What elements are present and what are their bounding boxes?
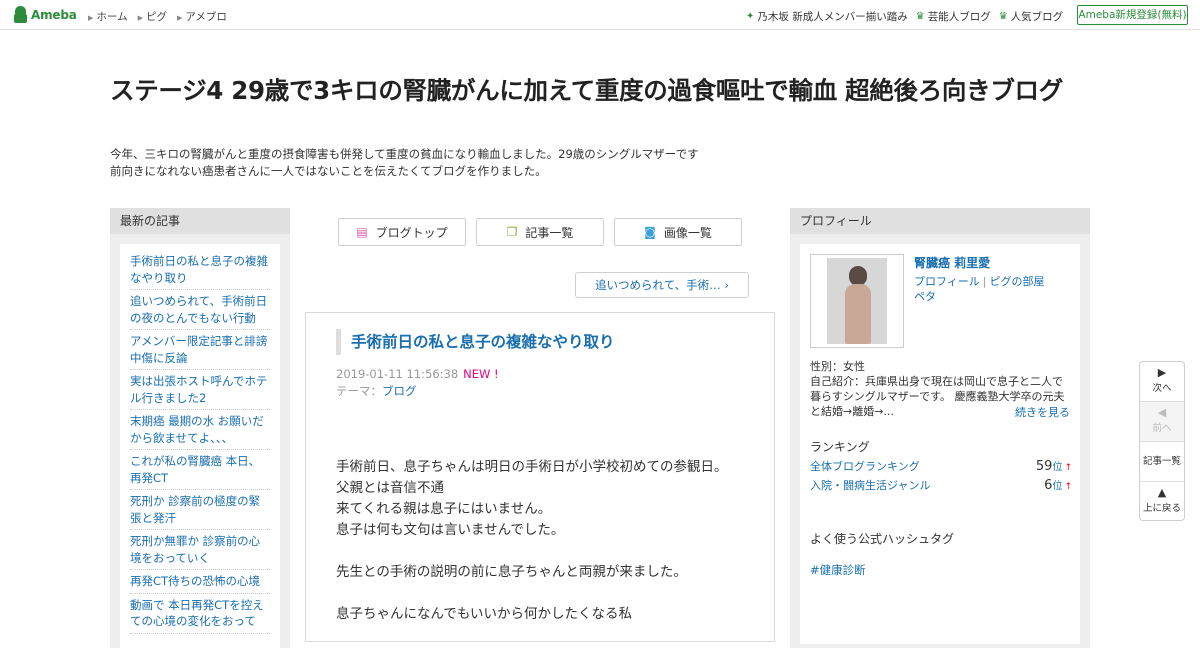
hashtag-heading: よく使う公式ハッシュタグ [810, 532, 955, 546]
triangle-right-icon: ▶ [176, 14, 183, 22]
arrow-up-icon: ↑ [1064, 463, 1072, 473]
profile-photo-image [827, 258, 887, 344]
image-list-button[interactable]: ◙ 画像一覧 [614, 218, 742, 246]
sparkle-icon: ✦ [746, 11, 755, 22]
back-icon: ◀ [1157, 406, 1167, 419]
article-list-button[interactable]: ❐ 記事一覧 [476, 218, 604, 246]
recent-article-link[interactable]: 再発CT待ちの恐怖の心境 [130, 570, 270, 594]
camera-icon: ◙ [644, 225, 656, 239]
global-nav: ▶ ホーム ▶ ピグ ▶ アメブロ [88, 9, 237, 24]
ranking-value: 6位 ↑ [1044, 478, 1072, 493]
recent-article-link[interactable]: 実は出張ホスト呼んでホテル行きました2 [130, 370, 270, 410]
peta-link[interactable]: ペタ [914, 290, 936, 303]
ameba-logo[interactable]: Ameba [13, 6, 77, 23]
crown-icon: ♛ [998, 11, 1008, 22]
header-right-links: ✦ 乃木坂 新成人メンバー揃い踏み ♛ 芸能人ブログ ♛ 人気ブログ [746, 9, 1071, 24]
blog-title[interactable]: ステージ4 29歳で3キロの腎臓がんに加えて重度の過食嘔吐で輸血 超絶後ろ向きブ… [110, 74, 1090, 108]
header-link-celebrity-blog[interactable]: ♛ 芸能人ブログ [916, 9, 991, 24]
arrow-up-icon: ▲ [1157, 486, 1167, 499]
next-button[interactable]: ▶ 次へ [1140, 362, 1184, 402]
pigg-room-link[interactable]: ピグの部屋 [990, 275, 1045, 288]
recent-article-link[interactable]: これが私の腎臓癌 本日、再発CT [130, 450, 270, 490]
article-meta: 2019-01-11 11:56:38 NEW ! [336, 367, 499, 381]
ranking-value: 59位 ↑ [1035, 459, 1072, 474]
profile-photo[interactable] [810, 254, 904, 348]
article-theme: テーマ：ブログ [336, 383, 417, 399]
read-more-link[interactable]: 続きを見る [1015, 404, 1070, 420]
recent-article-link[interactable]: 末期癌 最期の水 お願いだから飲ませてよ、、、 [130, 410, 270, 450]
blog-description: 今年、三キロの腎臓がんと重度の摂食障害も併発して重度の貧血になり輸血しました。2… [110, 146, 810, 179]
documents-icon: ❐ [506, 225, 518, 239]
ranking-row: 全体ブログランキング 59位 ↑ [810, 458, 1072, 474]
floating-nav: ▶ 次へ ◀ 前へ 記事一覧 ▲ 上に戻る [1139, 361, 1185, 521]
ranking-row: 入院・闘病生活ジャンル 6位 ↑ [810, 477, 1072, 493]
back-to-top-button[interactable]: ▲ 上に戻る [1140, 482, 1184, 522]
profile-gender: 性別：女性 [810, 360, 865, 373]
article-paragraph: 来てくれる親は息子にはいません。 [336, 501, 552, 517]
nav-home[interactable]: ▶ ホーム [88, 9, 128, 24]
article-list-float-button[interactable]: 記事一覧 [1140, 442, 1184, 482]
article-body: 手術前日、息子ちゃんは明日の手術日が小学校初めての参観日。 父親とは音信不通 来… [336, 457, 756, 625]
article-paragraph: 息子は何も文句は言いませんでした。 [336, 522, 565, 538]
ranking-link[interactable]: 入院・闘病生活ジャンル [810, 477, 930, 493]
blog-nav-buttons: ▤ ブログトップ ❐ 記事一覧 ◙ 画像一覧 [338, 218, 752, 246]
theme-link[interactable]: ブログ [382, 384, 417, 398]
article-paragraph [336, 541, 756, 562]
link-separator: | [982, 275, 987, 288]
recent-article-link[interactable]: 手術前日の私と息子の複雑なやり取り [130, 250, 270, 290]
ameba-logo-text: Ameba [31, 7, 77, 22]
recent-article-link[interactable]: 死刑か無罪か 診察前の心境をおっていく [130, 530, 270, 570]
header-link-nogizaka[interactable]: ✦ 乃木坂 新成人メンバー揃い踏み [746, 9, 908, 24]
triangle-right-icon: ▶ [88, 14, 94, 22]
article-paragraph: 父親とは音信不通 [336, 480, 444, 496]
recent-articles-heading: 最新の記事 [110, 208, 290, 234]
ranking-heading: ランキング [810, 440, 870, 454]
recent-article-link[interactable]: 動画で 本日再発CTを控えての心境の変化をおって [130, 594, 270, 634]
arrow-up-icon: ↑ [1064, 482, 1072, 492]
signup-button[interactable]: Ameba新規登録(無料) [1077, 5, 1188, 25]
recent-article-link[interactable]: アメンバー限定記事と誹謗中傷に反論 [130, 330, 270, 370]
header-link-popular-blog[interactable]: ♛ 人気ブログ [999, 9, 1063, 24]
new-badge: NEW ! [463, 367, 499, 381]
hashtag-link[interactable]: #健康診断 [810, 562, 866, 578]
recent-articles-panel: 最新の記事 手術前日の私と息子の複雑なやり取り 追いつめられて、手術前日の夜のと… [110, 208, 290, 664]
prev-button[interactable]: ◀ 前へ [1140, 402, 1184, 442]
article-card: 手術前日の私と息子の複雑なやり取り 2019-01-11 11:56:38 NEW… [305, 312, 775, 642]
recent-article-link[interactable]: 死刑か 診察前の極度の緊張と発汗 [130, 490, 270, 530]
article-paragraph [336, 583, 756, 604]
recent-article-link[interactable]: 追いつめられて、手術前日の夜のとんでもない行動 [130, 290, 270, 330]
ranking-link[interactable]: 全体ブログランキング [810, 458, 920, 474]
ameba-logo-icon [13, 6, 28, 23]
profile-links: プロフィール | ピグの部屋 ペタ [914, 274, 1064, 304]
chevron-right-icon: › [724, 278, 729, 292]
article-date: 2019-01-11 11:56:38 [336, 367, 459, 381]
theme-label: テーマ： [336, 384, 382, 398]
global-header: Ameba ▶ ホーム ▶ ピグ ▶ アメブロ ✦ 乃木坂 新成人メンバー揃い踏み ♛ 芸… [0, 0, 1200, 30]
recent-articles-list: 手術前日の私と息子の複雑なやり取り 追いつめられて、手術前日の夜のとんでもない行… [120, 244, 280, 664]
crown-icon: ♛ [915, 11, 925, 22]
article-paragraph: 息子ちゃんになんでもいいから何かしたくなる私 [336, 606, 633, 622]
next-article-link[interactable]: 追いつめられて、手術… › [575, 272, 749, 298]
article-paragraph: 手術前日、息子ちゃんは明日の手術日が小学校初めての参観日。 [336, 459, 728, 475]
article-title[interactable]: 手術前日の私と息子の複雑なやり取り [336, 329, 615, 355]
blog-top-button[interactable]: ▤ ブログトップ [338, 218, 466, 246]
play-icon: ▶ [1157, 366, 1167, 379]
profile-panel: プロフィール 腎臓癌 莉里愛 プロフィール | ピグの部屋 ペタ 性別：女性 自己紹… [790, 208, 1090, 648]
blog-description-line: 前向きになれない癌患者さんに一人ではないことを伝えたくてブログを作りました。 [110, 163, 547, 178]
profile-box: 腎臓癌 莉里愛 プロフィール | ピグの部屋 ペタ 性別：女性 自己紹介：兵庫県出身… [800, 244, 1080, 644]
profile-link[interactable]: プロフィール [914, 275, 980, 288]
article-paragraph: 先生との手術の説明の前に息子ちゃんと両親が来ました。 [336, 564, 687, 580]
nav-ameblo[interactable]: ▶ アメブロ [177, 9, 227, 24]
profile-heading: プロフィール [790, 208, 1090, 234]
nav-pigg[interactable]: ▶ ピグ [138, 9, 167, 24]
profile-name[interactable]: 腎臓癌 莉里愛 [914, 254, 990, 271]
document-icon: ▤ [356, 225, 368, 239]
triangle-right-icon: ▶ [137, 14, 143, 22]
blog-description-line: 今年、三キロの腎臓がんと重度の摂食障害も併発して重度の貧血になり輸血しました。2… [110, 147, 699, 161]
